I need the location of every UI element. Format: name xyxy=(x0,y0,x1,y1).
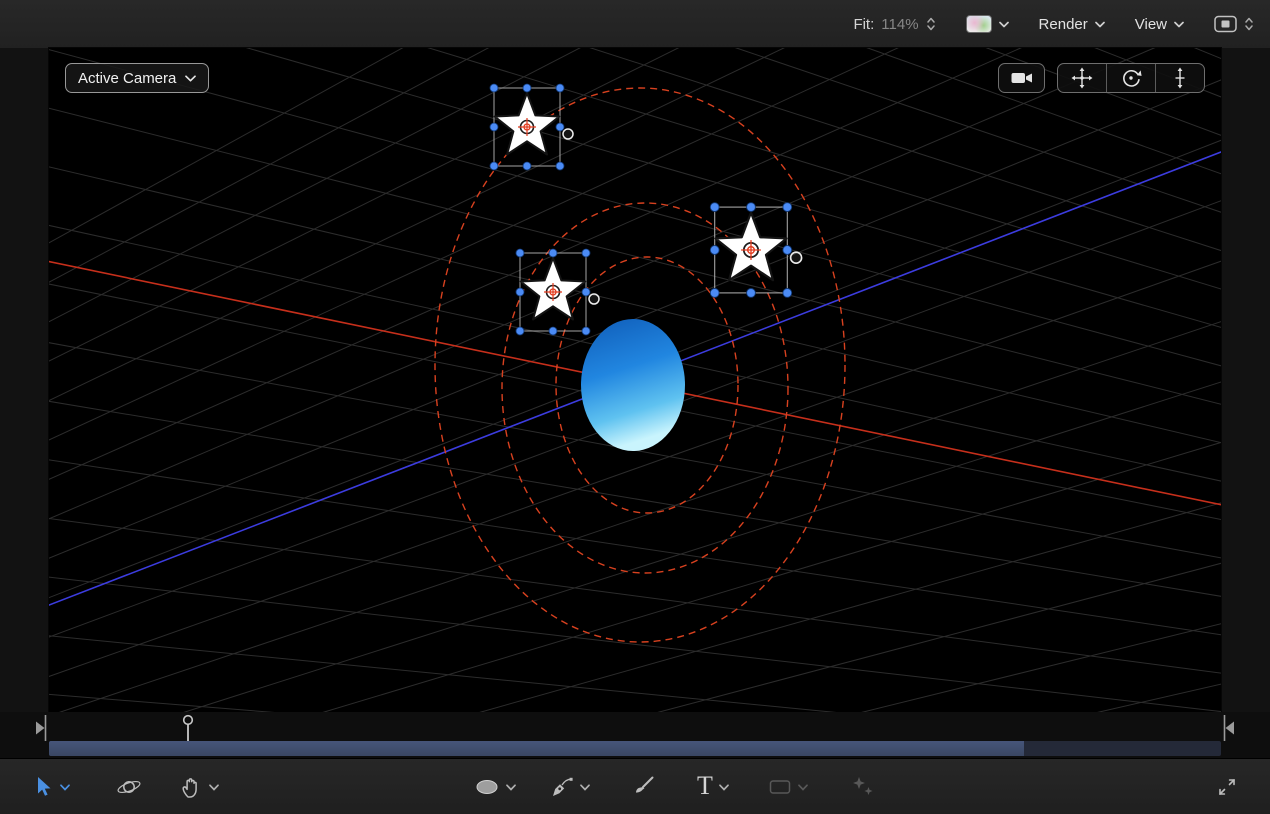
paint-stroke-tool[interactable] xyxy=(631,759,655,814)
letter-T-icon: T xyxy=(697,773,713,799)
fit-value: 114% xyxy=(881,16,918,33)
pan-view-button[interactable] xyxy=(1058,64,1106,92)
top-toolbar: Fit: 114% Render View xyxy=(0,0,1270,49)
render-menu[interactable]: Render xyxy=(1039,16,1105,33)
sphere-object[interactable] xyxy=(581,319,685,451)
orbit-view-button[interactable] xyxy=(1106,64,1155,92)
pan-hand-tool[interactable] xyxy=(179,759,219,814)
zoom-fit-control[interactable]: Fit: 114% xyxy=(853,16,935,33)
select-transform-tool[interactable] xyxy=(34,759,70,814)
chevron-down-icon[interactable] xyxy=(209,784,219,791)
render-menu-label: Render xyxy=(1039,16,1088,33)
window-layout-control[interactable] xyxy=(1214,15,1254,33)
pan-view-icon xyxy=(1071,67,1093,89)
pen-nib-icon xyxy=(550,775,574,799)
orbit-view-icon xyxy=(1120,67,1142,89)
motion-canvas-window: Fit: 114% Render View xyxy=(0,0,1270,814)
bezier-pen-tool[interactable] xyxy=(550,759,590,814)
expand-view-button[interactable] xyxy=(1216,759,1238,814)
star-object-left[interactable] xyxy=(516,249,599,335)
color-well-dropdown[interactable] xyxy=(966,15,1009,33)
stepper-icon xyxy=(1244,16,1254,32)
stepper-icon[interactable] xyxy=(926,16,936,32)
rounded-rectangle-icon xyxy=(768,778,792,796)
bottom-toolbar: T xyxy=(0,758,1270,814)
chevron-down-icon xyxy=(185,75,196,82)
chevron-down-icon[interactable] xyxy=(506,784,516,791)
hand-icon xyxy=(179,775,203,799)
chevron-down-icon[interactable] xyxy=(60,784,70,791)
mask-rectangle-tool[interactable] xyxy=(768,759,808,814)
play-range-end-marker[interactable] xyxy=(1222,715,1236,741)
chevron-down-icon[interactable] xyxy=(719,784,729,791)
paintbrush-icon xyxy=(631,775,655,799)
play-range-start-marker[interactable] xyxy=(34,715,48,741)
view-menu[interactable]: View xyxy=(1135,16,1184,33)
camera-select-label: Active Camera xyxy=(78,70,176,87)
camera-overlay-button[interactable] xyxy=(998,63,1045,93)
workspace: Active Camera xyxy=(0,48,1270,712)
dolly-view-button[interactable] xyxy=(1155,64,1204,92)
layout-pane-icon xyxy=(1214,15,1237,33)
orbit-rings-icon xyxy=(116,776,142,798)
color-thumbnail-icon xyxy=(966,15,992,33)
ellipse-icon xyxy=(474,778,500,796)
view-menu-label: View xyxy=(1135,16,1167,33)
diagonal-arrows-icon xyxy=(1216,776,1238,798)
particles-tool[interactable] xyxy=(851,759,875,814)
chevron-down-icon xyxy=(999,21,1009,28)
transform-3d-tool[interactable] xyxy=(116,759,142,814)
shape-ellipse-tool[interactable] xyxy=(474,759,516,814)
timeline-track[interactable] xyxy=(49,741,1221,756)
timeline-range-bar[interactable] xyxy=(49,741,1024,756)
dolly-view-icon xyxy=(1169,67,1191,89)
video-camera-icon xyxy=(1010,69,1034,87)
mini-timeline[interactable] xyxy=(0,712,1270,758)
camera-select-popup[interactable]: Active Camera xyxy=(65,63,209,93)
chevron-down-icon xyxy=(1095,21,1105,28)
scene-svg xyxy=(49,48,1221,712)
camera-view-tools xyxy=(998,63,1205,93)
chevron-down-icon[interactable] xyxy=(580,784,590,791)
cursor-arrow-icon xyxy=(34,776,54,798)
chevron-down-icon xyxy=(798,784,808,791)
fit-label: Fit: xyxy=(853,16,874,33)
sparkles-icon xyxy=(851,775,875,799)
star-object-top[interactable] xyxy=(490,84,573,170)
canvas-viewport[interactable]: Active Camera xyxy=(49,48,1221,712)
playhead-marker[interactable] xyxy=(181,714,195,744)
text-tool[interactable]: T xyxy=(697,759,729,814)
camera-move-tools-group xyxy=(1057,63,1205,93)
chevron-down-icon xyxy=(1174,21,1184,28)
